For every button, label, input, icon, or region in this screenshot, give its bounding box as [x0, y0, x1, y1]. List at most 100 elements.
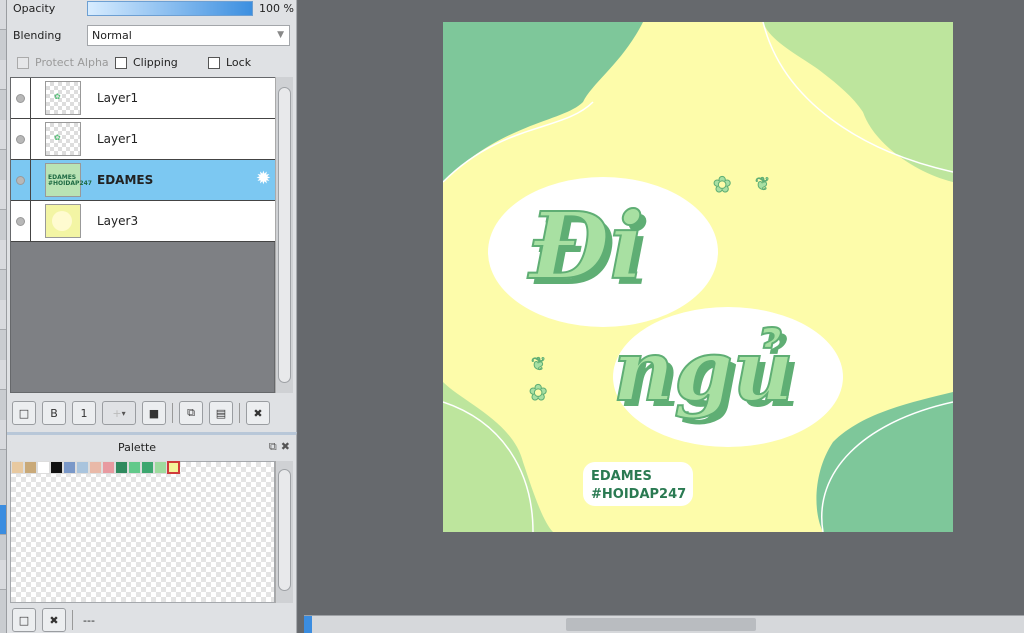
- opacity-row: Opacity: [13, 2, 89, 15]
- lock-label: Lock: [226, 56, 252, 69]
- tool-slot[interactable]: [0, 300, 6, 330]
- art-title-line-2: ngủ: [613, 321, 794, 420]
- artwork-canvas[interactable]: Đi Đi ngủ ngủ ✿ ❦ ❦ ✿ EDAMES #HOIDAP247: [443, 22, 953, 532]
- color-swatch[interactable]: [141, 461, 154, 474]
- trash-icon: ✖: [49, 613, 59, 627]
- tool-slot[interactable]: [0, 240, 6, 270]
- gear-icon[interactable]: ✹: [256, 170, 271, 188]
- color-swatch[interactable]: [11, 461, 24, 474]
- layer-thumbnail: [45, 204, 81, 238]
- toolbar-divider: [172, 403, 173, 423]
- scrollbar-thumb[interactable]: [566, 618, 756, 631]
- color-swatch[interactable]: [167, 461, 180, 474]
- duplicate-layer-button[interactable]: ⧉: [179, 401, 203, 425]
- palette-panel: Palette ⧉ ✖ □ ✖ ---: [7, 432, 297, 633]
- tool-slot[interactable]: [0, 360, 6, 390]
- opacity-label: Opacity: [13, 2, 56, 15]
- new-layer-button[interactable]: □: [12, 401, 36, 425]
- layer-row[interactable]: Layer3: [11, 201, 275, 242]
- tool-slot[interactable]: [0, 560, 6, 590]
- layer-toolbar: □ B 1 + ▾ ■ ⧉ ▤ ✖: [7, 397, 297, 429]
- new-swatch-button[interactable]: □: [12, 608, 36, 632]
- folder-icon: ■: [148, 406, 160, 420]
- color-swatch[interactable]: [154, 461, 167, 474]
- new-brush-layer-button[interactable]: B: [42, 401, 66, 425]
- eye-icon: [16, 216, 25, 226]
- leaf-decoration: ❦: [755, 174, 770, 195]
- visibility-toggle[interactable]: [11, 119, 31, 159]
- tool-strip: [0, 0, 7, 633]
- visibility-toggle[interactable]: [11, 201, 31, 241]
- tool-slot-active[interactable]: [0, 505, 6, 535]
- canvas-horizontal-scrollbar[interactable]: [304, 615, 1024, 633]
- folder-button[interactable]: ■: [142, 401, 166, 425]
- plus-icon: +: [112, 406, 122, 420]
- merge-layer-button[interactable]: ▤: [209, 401, 233, 425]
- blending-row: Blending: [13, 29, 89, 42]
- visibility-toggle[interactable]: [11, 160, 31, 200]
- canvas-area[interactable]: Đi Đi ngủ ngủ ✿ ❦ ❦ ✿ EDAMES #HOIDAP247: [298, 0, 1024, 633]
- palette-toolbar: □ ✖ ---: [12, 608, 95, 632]
- layer-name: Layer1: [97, 91, 139, 105]
- trash-icon: ✖: [253, 406, 263, 420]
- color-swatch[interactable]: [76, 461, 89, 474]
- palette-status: ---: [83, 613, 95, 627]
- popout-icon[interactable]: ⧉: [269, 440, 277, 454]
- lock-option[interactable]: Lock: [208, 56, 251, 69]
- protect-alpha-checkbox[interactable]: [17, 56, 29, 69]
- clipping-label: Clipping: [133, 56, 178, 69]
- flower-decoration: ✿: [713, 173, 731, 198]
- color-swatch[interactable]: [128, 461, 141, 474]
- b-icon: B: [50, 406, 58, 420]
- art-title-line-1: Đi: [527, 192, 644, 300]
- scrollbar-thumb[interactable]: [278, 87, 291, 383]
- color-swatch[interactable]: [50, 461, 63, 474]
- blending-select[interactable]: Normal ▼: [87, 25, 290, 46]
- visibility-toggle[interactable]: [11, 78, 31, 118]
- lock-checkbox[interactable]: [208, 56, 220, 69]
- art-tag-line-2: #HOIDAP247: [591, 487, 686, 502]
- toolbar-divider: [239, 403, 240, 423]
- tool-slot[interactable]: [0, 0, 6, 30]
- color-swatch[interactable]: [102, 461, 115, 474]
- color-swatch[interactable]: [63, 461, 76, 474]
- layer-thumbnail: ✿: [45, 122, 81, 156]
- tool-slot[interactable]: [0, 60, 6, 90]
- new-1bit-layer-button[interactable]: 1: [72, 401, 96, 425]
- layer-list-scrollbar[interactable]: [275, 77, 293, 393]
- scrollbar-left-cap: [304, 616, 312, 633]
- clipping-option[interactable]: Clipping: [115, 56, 178, 69]
- color-swatch[interactable]: [37, 461, 50, 474]
- chevron-down-icon: ▼: [277, 30, 284, 40]
- artwork-svg: Đi Đi ngủ ngủ ✿ ❦ ❦ ✿ EDAMES #HOIDAP247: [443, 22, 953, 532]
- layer-row[interactable]: ✿ Layer1: [11, 78, 275, 119]
- thumb-glyph: ✿: [54, 133, 61, 142]
- tool-slot[interactable]: [0, 180, 6, 210]
- delete-layer-button[interactable]: ✖: [246, 401, 270, 425]
- color-swatch[interactable]: [89, 461, 102, 474]
- layer-row-selected[interactable]: EDAMES #HOIDAP247 EDAMES ✹: [11, 160, 275, 201]
- palette-scrollbar[interactable]: [275, 461, 293, 603]
- scrollbar-thumb[interactable]: [278, 469, 291, 591]
- art-tag-line-1: EDAMES: [591, 469, 652, 484]
- clipping-checkbox[interactable]: [115, 56, 127, 69]
- protect-alpha-label: Protect Alpha: [35, 56, 109, 69]
- tool-slot[interactable]: [0, 420, 6, 450]
- palette-grid[interactable]: [10, 461, 275, 603]
- color-swatch[interactable]: [115, 461, 128, 474]
- merge-icon: ▤: [215, 406, 227, 420]
- delete-swatch-button[interactable]: ✖: [42, 608, 66, 632]
- protect-alpha-option[interactable]: Protect Alpha: [17, 56, 109, 69]
- one-icon: 1: [80, 406, 88, 420]
- tool-slot[interactable]: [0, 120, 6, 150]
- layer-name: Layer1: [97, 132, 139, 146]
- add-layer-dropdown[interactable]: + ▾: [102, 401, 136, 425]
- eye-icon: [16, 134, 25, 144]
- close-icon[interactable]: ✖: [281, 440, 290, 454]
- thumb-glyph: ✿: [54, 92, 61, 101]
- layer-row[interactable]: ✿ Layer1: [11, 119, 275, 160]
- layer-thumbnail: EDAMES #HOIDAP247: [45, 163, 92, 197]
- color-swatch[interactable]: [24, 461, 37, 474]
- copy-icon: ⧉: [187, 406, 195, 419]
- opacity-slider[interactable]: [87, 1, 253, 16]
